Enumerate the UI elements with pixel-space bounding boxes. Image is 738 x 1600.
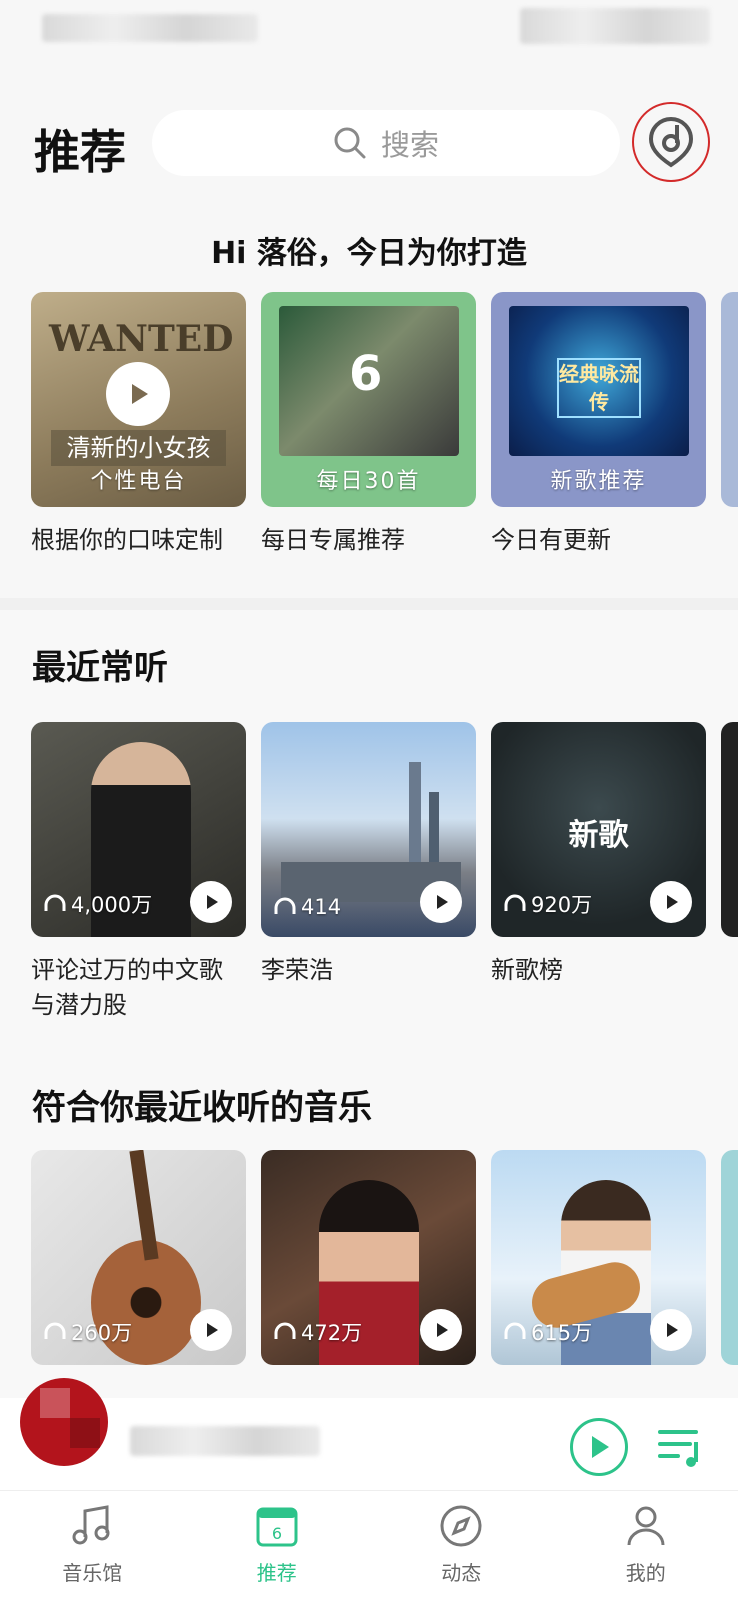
card-partial[interactable]	[721, 722, 738, 1023]
playlist-card[interactable]: 260万	[31, 1150, 246, 1365]
tab-music-hall[interactable]: 音乐馆	[0, 1491, 185, 1600]
play-icon	[667, 1323, 678, 1337]
play-button[interactable]	[420, 881, 462, 923]
card-daily-30[interactable]: 6 每日30首 每日专属推荐	[261, 292, 476, 558]
music-recognition-icon	[648, 117, 694, 168]
cover-subtitle: 清新的小女孩	[51, 430, 226, 466]
play-count: 920万	[503, 889, 592, 919]
search-input[interactable]: 搜索	[152, 110, 620, 176]
play-icon	[207, 895, 218, 909]
card-partial[interactable]	[721, 292, 738, 558]
headphone-icon	[504, 1322, 526, 1339]
daily-cards: WANTED 清新的小女孩 个性电台 根据你的口味定制 6 每日30首 每日专属…	[31, 292, 738, 558]
headphone-icon	[274, 1322, 296, 1339]
headphone-icon	[44, 894, 66, 911]
cover-image: 260万	[31, 1150, 246, 1365]
play-icon	[207, 1323, 218, 1337]
playlist-card[interactable]: 4,000万 评论过万的中文歌与潜力股	[31, 722, 246, 1023]
card-caption: 评论过万的中文歌与潜力股	[31, 956, 223, 1019]
card-caption: 新歌榜	[491, 956, 563, 984]
cover-image	[721, 292, 738, 507]
play-button[interactable]	[650, 881, 692, 923]
play-button[interactable]	[190, 881, 232, 923]
chart-card[interactable]: 新歌 920万 新歌榜	[491, 722, 706, 1023]
search-placeholder: 搜索	[380, 128, 439, 162]
suggested-cards: 260万 472万 615万	[31, 1150, 738, 1365]
search-icon	[334, 127, 366, 159]
now-playing-cover[interactable]	[20, 1378, 108, 1466]
calendar-icon: 6	[256, 1507, 298, 1547]
music-note-icon	[72, 1505, 110, 1545]
tab-label: 音乐馆	[62, 1561, 123, 1585]
tab-mine[interactable]: 我的	[554, 1491, 738, 1600]
playlist-card[interactable]: 615万	[491, 1150, 706, 1365]
bottom-tab-bar: 音乐馆 6 推荐 动态 我的	[0, 1490, 738, 1600]
play-count: 260万	[43, 1317, 132, 1347]
cover-text: 经典咏流传	[557, 358, 641, 418]
play-count: 4,000万	[43, 889, 152, 919]
greeting-title: Hi 落俗，今日为你打造	[211, 236, 527, 271]
tab-label: 我的	[625, 1561, 666, 1585]
card-caption: 根据你的口味定制	[31, 526, 223, 554]
play-count: 615万	[503, 1317, 592, 1347]
cover-image: 经典咏流传 新歌推荐	[491, 292, 706, 507]
card-label: 个性电台	[90, 469, 187, 494]
cover-text: 新歌	[568, 818, 629, 853]
cover-image: 414	[261, 722, 476, 937]
tab-feed[interactable]: 动态	[369, 1491, 554, 1600]
playlist-card[interactable]: 472万	[261, 1150, 476, 1365]
mini-player[interactable]	[0, 1378, 738, 1490]
user-icon	[627, 1506, 665, 1546]
cover-image: 472万	[261, 1150, 476, 1365]
artist-card[interactable]: 414 李荣浩	[261, 722, 476, 1023]
play-icon	[667, 895, 678, 909]
cover-text: WANTED	[49, 318, 234, 360]
tab-label: 动态	[441, 1561, 482, 1585]
card-partial[interactable]	[721, 1150, 738, 1365]
music-recognition-button[interactable]	[632, 102, 710, 182]
header: 推荐 搜索	[0, 100, 738, 190]
cover-image	[721, 722, 738, 937]
play-icon	[437, 1323, 448, 1337]
card-label: 每日30首	[316, 469, 421, 494]
card-label: 新歌推荐	[550, 469, 647, 494]
play-icon	[592, 1436, 609, 1458]
play-icon	[437, 895, 448, 909]
headphone-icon	[274, 897, 296, 914]
playlist-button[interactable]	[656, 1422, 704, 1470]
card-caption: 每日专属推荐	[261, 526, 405, 554]
play-count: 414	[273, 895, 341, 919]
now-playing-title	[130, 1426, 320, 1456]
cover-image: WANTED 清新的小女孩 个性电台	[31, 292, 246, 507]
card-caption: 李荣浩	[261, 956, 333, 984]
cover-image: 4,000万	[31, 722, 246, 937]
headphone-icon	[504, 894, 526, 911]
play-button[interactable]	[650, 1309, 692, 1351]
card-caption: 今日有更新	[491, 526, 611, 554]
card-personal-radio[interactable]: WANTED 清新的小女孩 个性电台 根据你的口味定制	[31, 292, 246, 558]
page-title: 推荐	[34, 125, 126, 179]
cover-image	[721, 1150, 738, 1365]
recent-cards: 4,000万 评论过万的中文歌与潜力股 414 李荣浩 新歌 920万 新歌榜	[31, 722, 738, 1023]
section-divider	[0, 598, 738, 610]
cover-image: 新歌 920万	[491, 722, 706, 937]
section-title-suggested: 符合你最近收听的音乐	[32, 1088, 372, 1128]
tab-label: 推荐	[256, 1561, 297, 1585]
cover-image: 6 每日30首	[261, 292, 476, 507]
headphone-icon	[44, 1322, 66, 1339]
section-title-recent: 最近常听	[32, 648, 168, 688]
play-button[interactable]	[190, 1309, 232, 1351]
status-bar	[0, 0, 738, 60]
cover-image: 615万	[491, 1150, 706, 1365]
tab-recommend[interactable]: 6 推荐	[185, 1491, 370, 1600]
mini-play-button[interactable]	[570, 1418, 628, 1476]
play-icon[interactable]	[106, 362, 170, 426]
card-new-songs[interactable]: 经典咏流传 新歌推荐 今日有更新	[491, 292, 706, 558]
playlist-icon	[658, 1430, 698, 1467]
calendar-day: 6	[272, 1524, 282, 1543]
play-button[interactable]	[420, 1309, 462, 1351]
play-count: 472万	[273, 1317, 362, 1347]
compass-icon	[440, 1505, 482, 1547]
cover-number: 6	[349, 346, 383, 402]
